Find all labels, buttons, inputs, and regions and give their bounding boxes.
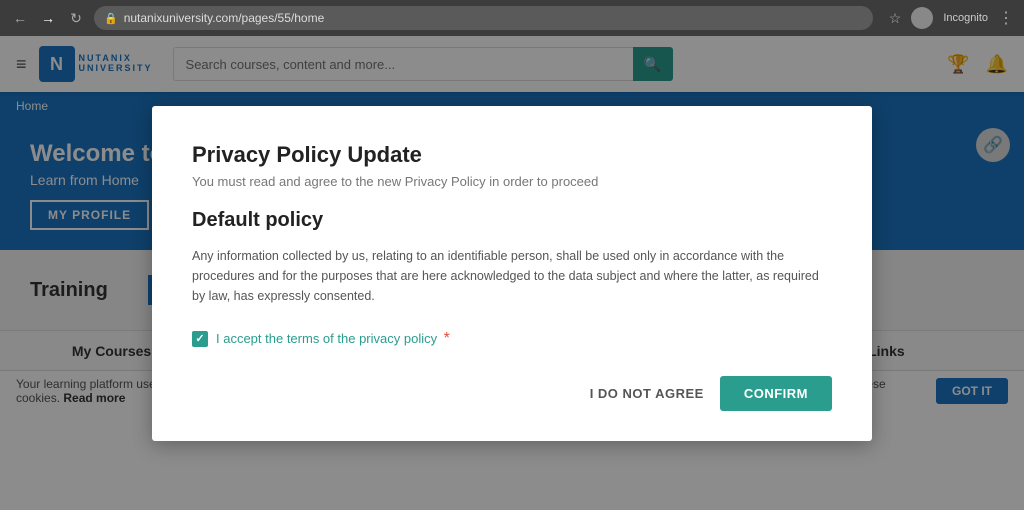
url-text: nutanixuniversity.com/pages/55/home [124,11,325,25]
browser-chrome: ← → ↻ 🔒 nutanixuniversity.com/pages/55/h… [0,0,1024,36]
checkbox-label: I accept the terms of the privacy policy… [216,330,450,348]
modal-subtitle: You must read and agree to the new Priva… [192,174,832,189]
lock-icon: 🔒 [104,12,118,25]
forward-button[interactable]: → [38,10,58,26]
browser-menu-icon[interactable]: ⋮ [998,8,1014,28]
back-button[interactable]: ← [10,10,30,26]
do-not-agree-button[interactable]: I DO NOT AGREE [590,386,704,401]
page-wrapper: ≡ N NUTANIX UNIVERSITY 🔍 🏆 🔔 Home Welcom… [0,36,1024,510]
checkmark-icon: ✓ [195,332,204,345]
accept-checkbox[interactable]: ✓ [192,331,208,347]
privacy-policy-modal: Privacy Policy Update You must read and … [152,106,872,441]
modal-policy-title: Default policy [192,209,832,232]
modal-body-text: Any information collected by us, relatin… [192,246,832,306]
incognito-label: Incognito [943,12,988,24]
bookmark-icon[interactable]: ☆ [889,10,902,27]
confirm-button[interactable]: CONFIRM [720,376,832,411]
browser-actions: ☆ Incognito ⋮ [889,7,1014,29]
address-bar[interactable]: 🔒 nutanixuniversity.com/pages/55/home [94,6,873,30]
profile-icon[interactable] [911,7,933,29]
modal-checkbox-row: ✓ I accept the terms of the privacy poli… [192,330,832,348]
modal-overlay: Privacy Policy Update You must read and … [0,36,1024,510]
modal-actions: I DO NOT AGREE CONFIRM [192,376,832,411]
modal-title: Privacy Policy Update [192,142,832,168]
refresh-button[interactable]: ↻ [66,10,86,27]
